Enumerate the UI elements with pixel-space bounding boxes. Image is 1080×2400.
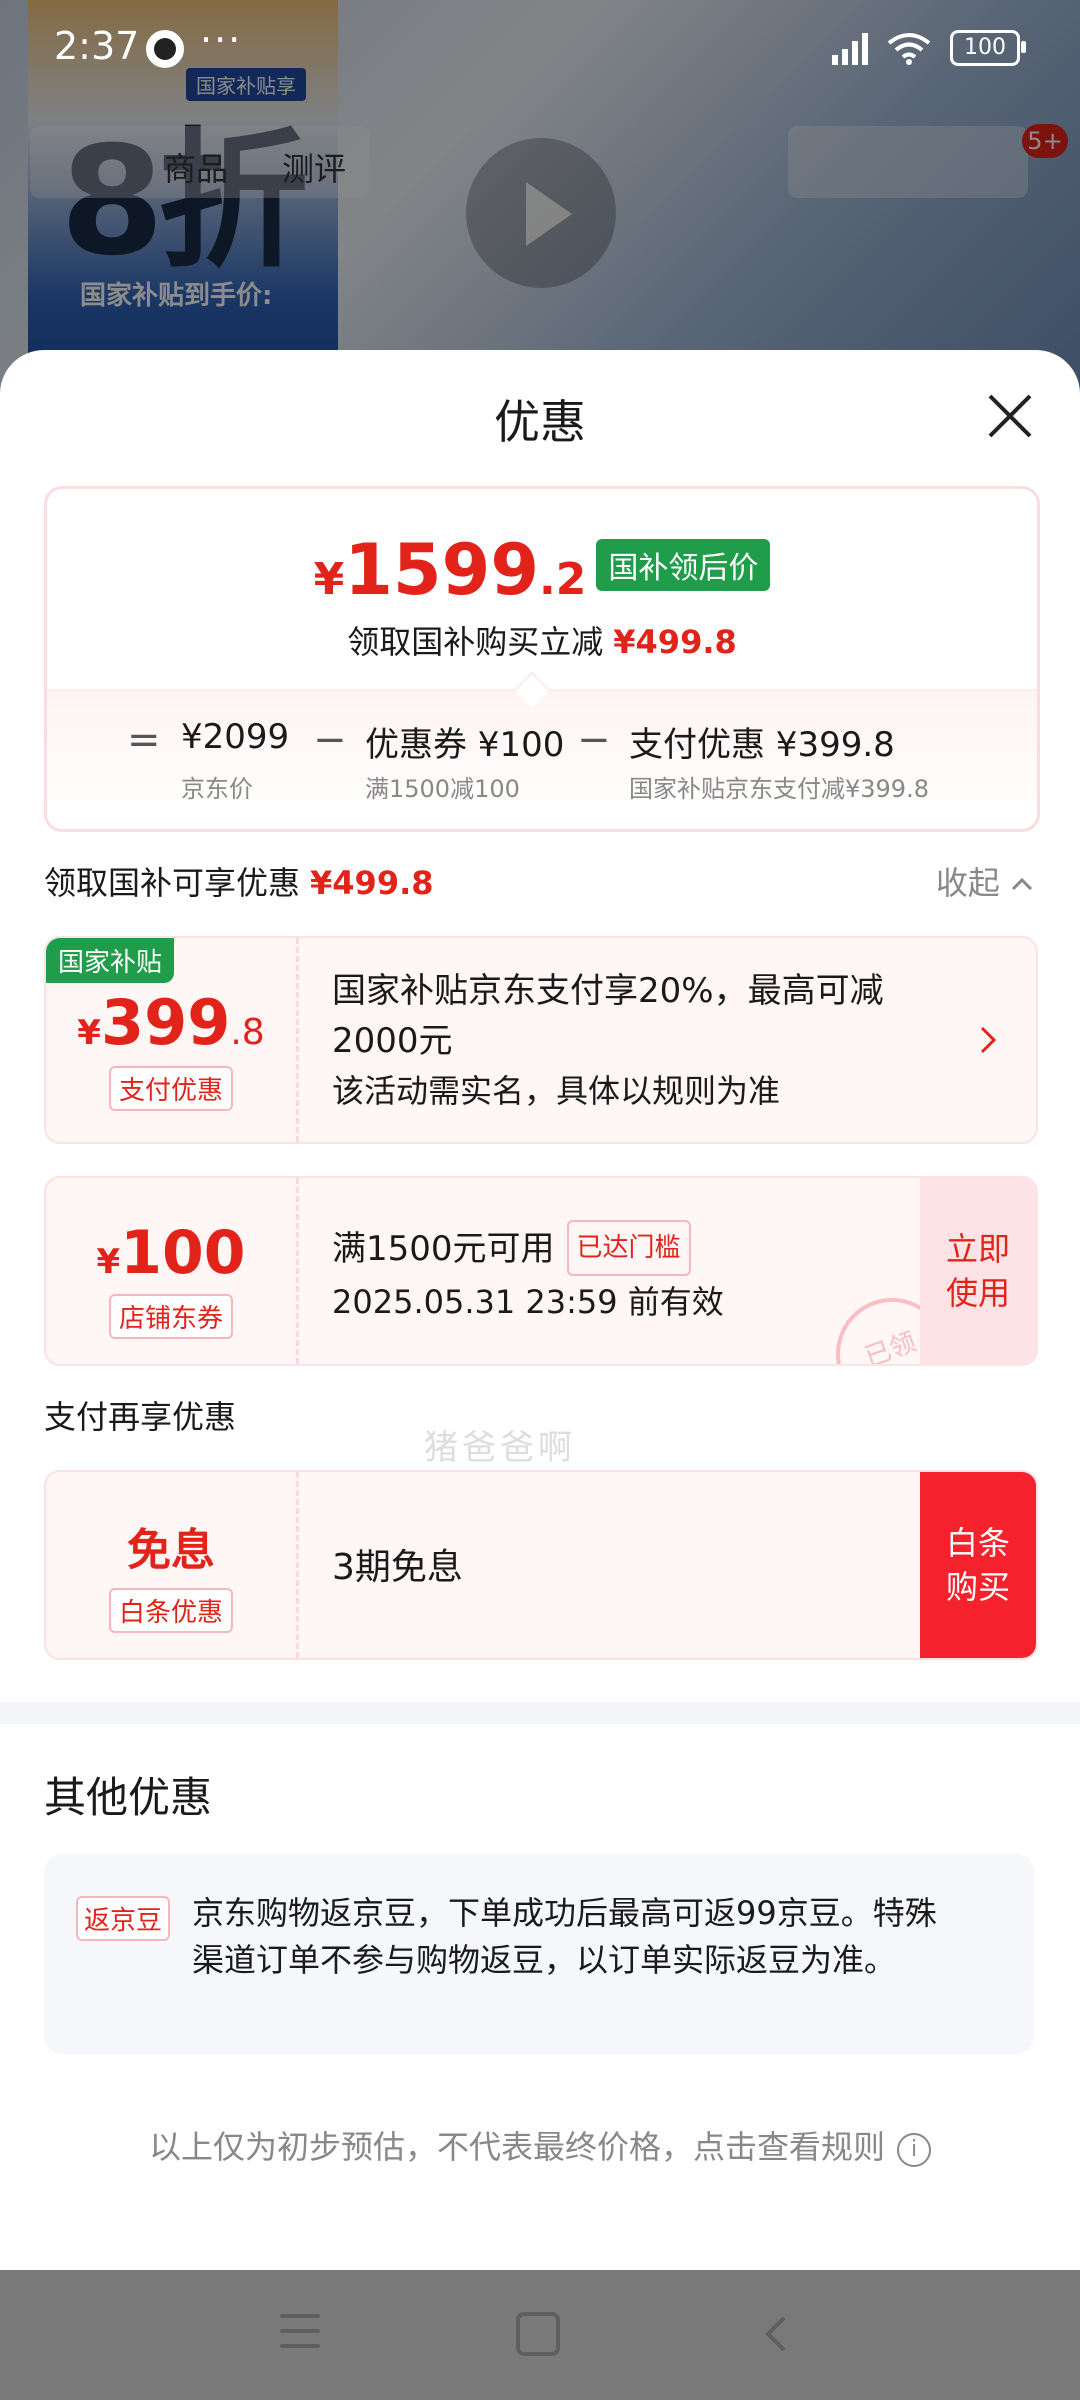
notification-icon xyxy=(146,30,184,68)
coupon-type-label: 支付优惠 xyxy=(108,1066,234,1111)
coupon-description: 国家补贴京东支付享20%，最高可减 2000元 该活动需实名，具体以规则为准 xyxy=(332,971,884,1110)
baitiao-buy-button[interactable]: 白条 购买 xyxy=(920,1472,1036,1658)
coupon-label: 满1500减100 xyxy=(365,775,520,803)
section-title: 支付再享优惠 xyxy=(44,1398,237,1436)
equals-sign: = xyxy=(127,717,161,763)
coupon-amount: ¥399.8 xyxy=(77,986,265,1059)
payment-section-header: 支付再享优惠 xyxy=(44,1392,1034,1438)
price-currency: ¥ xyxy=(313,554,345,605)
minus-sign: − xyxy=(577,717,611,763)
collapse-button[interactable]: 收起 xyxy=(936,858,1034,904)
final-price: ¥1599.2 国补领后价 xyxy=(47,529,1037,611)
coupon-description: 满1500元可用 已达门槛 2025.05.31 23:59 前有效 xyxy=(332,1220,724,1328)
coupon-type-label: 白条优惠 xyxy=(108,1588,234,1633)
minus-sign: − xyxy=(313,717,347,763)
chevron-up-icon xyxy=(1011,877,1033,891)
coupon-type-label: 店铺东券 xyxy=(108,1294,234,1339)
price-integer: 1599 xyxy=(344,529,540,611)
menu-icon[interactable] xyxy=(280,2314,320,2350)
section-divider xyxy=(0,1702,1080,1724)
chevron-right-icon xyxy=(980,1026,997,1054)
close-icon[interactable] xyxy=(984,390,1036,442)
home-icon[interactable] xyxy=(516,2312,560,2356)
bean-description: 京东购物返京豆，下单成功后最高可返99京豆。特殊渠道订单不参与购物返豆，以订单实… xyxy=(192,1894,937,1979)
savings-amount: ¥499.8 xyxy=(613,623,737,661)
other-offers-title: 其他优惠 xyxy=(44,1773,213,1822)
jd-price-label: 京东价 xyxy=(181,775,253,803)
jd-price-value: ¥2099 xyxy=(181,717,290,757)
system-nav-bar xyxy=(0,2270,1080,2400)
signal-icon xyxy=(832,31,868,65)
subsidy-price-tag: 国补领后价 xyxy=(596,539,771,591)
price-decimal: .2 xyxy=(539,554,587,605)
wifi-icon xyxy=(887,33,931,65)
national-subsidy-ribbon: 国家补贴 xyxy=(46,938,175,983)
section-title: 领取国补可享优惠 xyxy=(44,864,301,902)
price-summary-card: ¥1599.2 国补领后价 领取国补购买立减 ¥499.8 = ¥2099 京东价 … xyxy=(44,486,1040,832)
store-coupon[interactable]: ¥100 店铺东券 满1500元可用 已达门槛 2025.05.31 23:59 … xyxy=(44,1176,1038,1366)
threshold-badge: 已达门槛 xyxy=(566,1220,691,1276)
section-amount: ¥499.8 xyxy=(310,864,434,902)
jd-bean-offer: 返京豆 京东购物返京豆，下单成功后最高可返99京豆。特殊渠道订单不参与购物返豆，… xyxy=(44,1854,1034,2054)
subsidy-payment-coupon[interactable]: ¥399.8 支付优惠 国家补贴 国家补贴京东支付享20%，最高可减 2000元… xyxy=(44,936,1038,1144)
info-icon: i xyxy=(897,2133,931,2167)
baitiao-coupon[interactable]: 免息 白条优惠 3期免息 白条 购买 xyxy=(44,1470,1038,1660)
rules-link[interactable]: 以上仅为初步预估，不代表最终价格，点击查看规则 i xyxy=(0,2122,1080,2168)
discount-sheet: 优惠 ¥1599.2 国补领后价 领取国补购买立减 ¥499.8 = ¥2099 京… xyxy=(0,350,1080,2270)
payment-discount-value: 支付优惠 ¥399.8 xyxy=(629,725,895,765)
battery-icon: 100 xyxy=(950,30,1026,66)
use-now-button[interactable]: 立即 使用 xyxy=(920,1178,1036,1364)
bean-tag: 返京豆 xyxy=(76,1896,171,1941)
sheet-title: 优惠 xyxy=(494,395,586,449)
status-more: ··· xyxy=(200,18,243,62)
back-icon[interactable] xyxy=(756,2314,796,2354)
coupon-description: 3期免息 xyxy=(332,1547,463,1588)
footer-note-text: 以上仅为初步预估，不代表最终价格，点击查看规则 xyxy=(148,2128,885,2166)
price-savings: 领取国补购买立减 ¥499.8 xyxy=(47,617,1037,663)
coupon-value: 优惠券 ¥100 xyxy=(365,725,565,765)
status-time: 2:37 xyxy=(54,24,140,68)
status-bar: 2:37 ··· 100 xyxy=(0,0,1080,100)
payment-discount-label: 国家补贴京东支付减¥399.8 xyxy=(629,775,929,803)
savings-label: 领取国补购买立减 xyxy=(347,623,604,661)
coupon-amount: ¥100 xyxy=(96,1218,246,1288)
price-breakdown: = ¥2099 京东价 − 优惠券 ¥100 满1500减100 − 支付优惠 … xyxy=(47,671,1037,829)
coupon-amount: 免息 xyxy=(127,1525,215,1576)
subsidy-section-header: 领取国补可享优惠 ¥499.8 收起 xyxy=(44,858,1034,904)
